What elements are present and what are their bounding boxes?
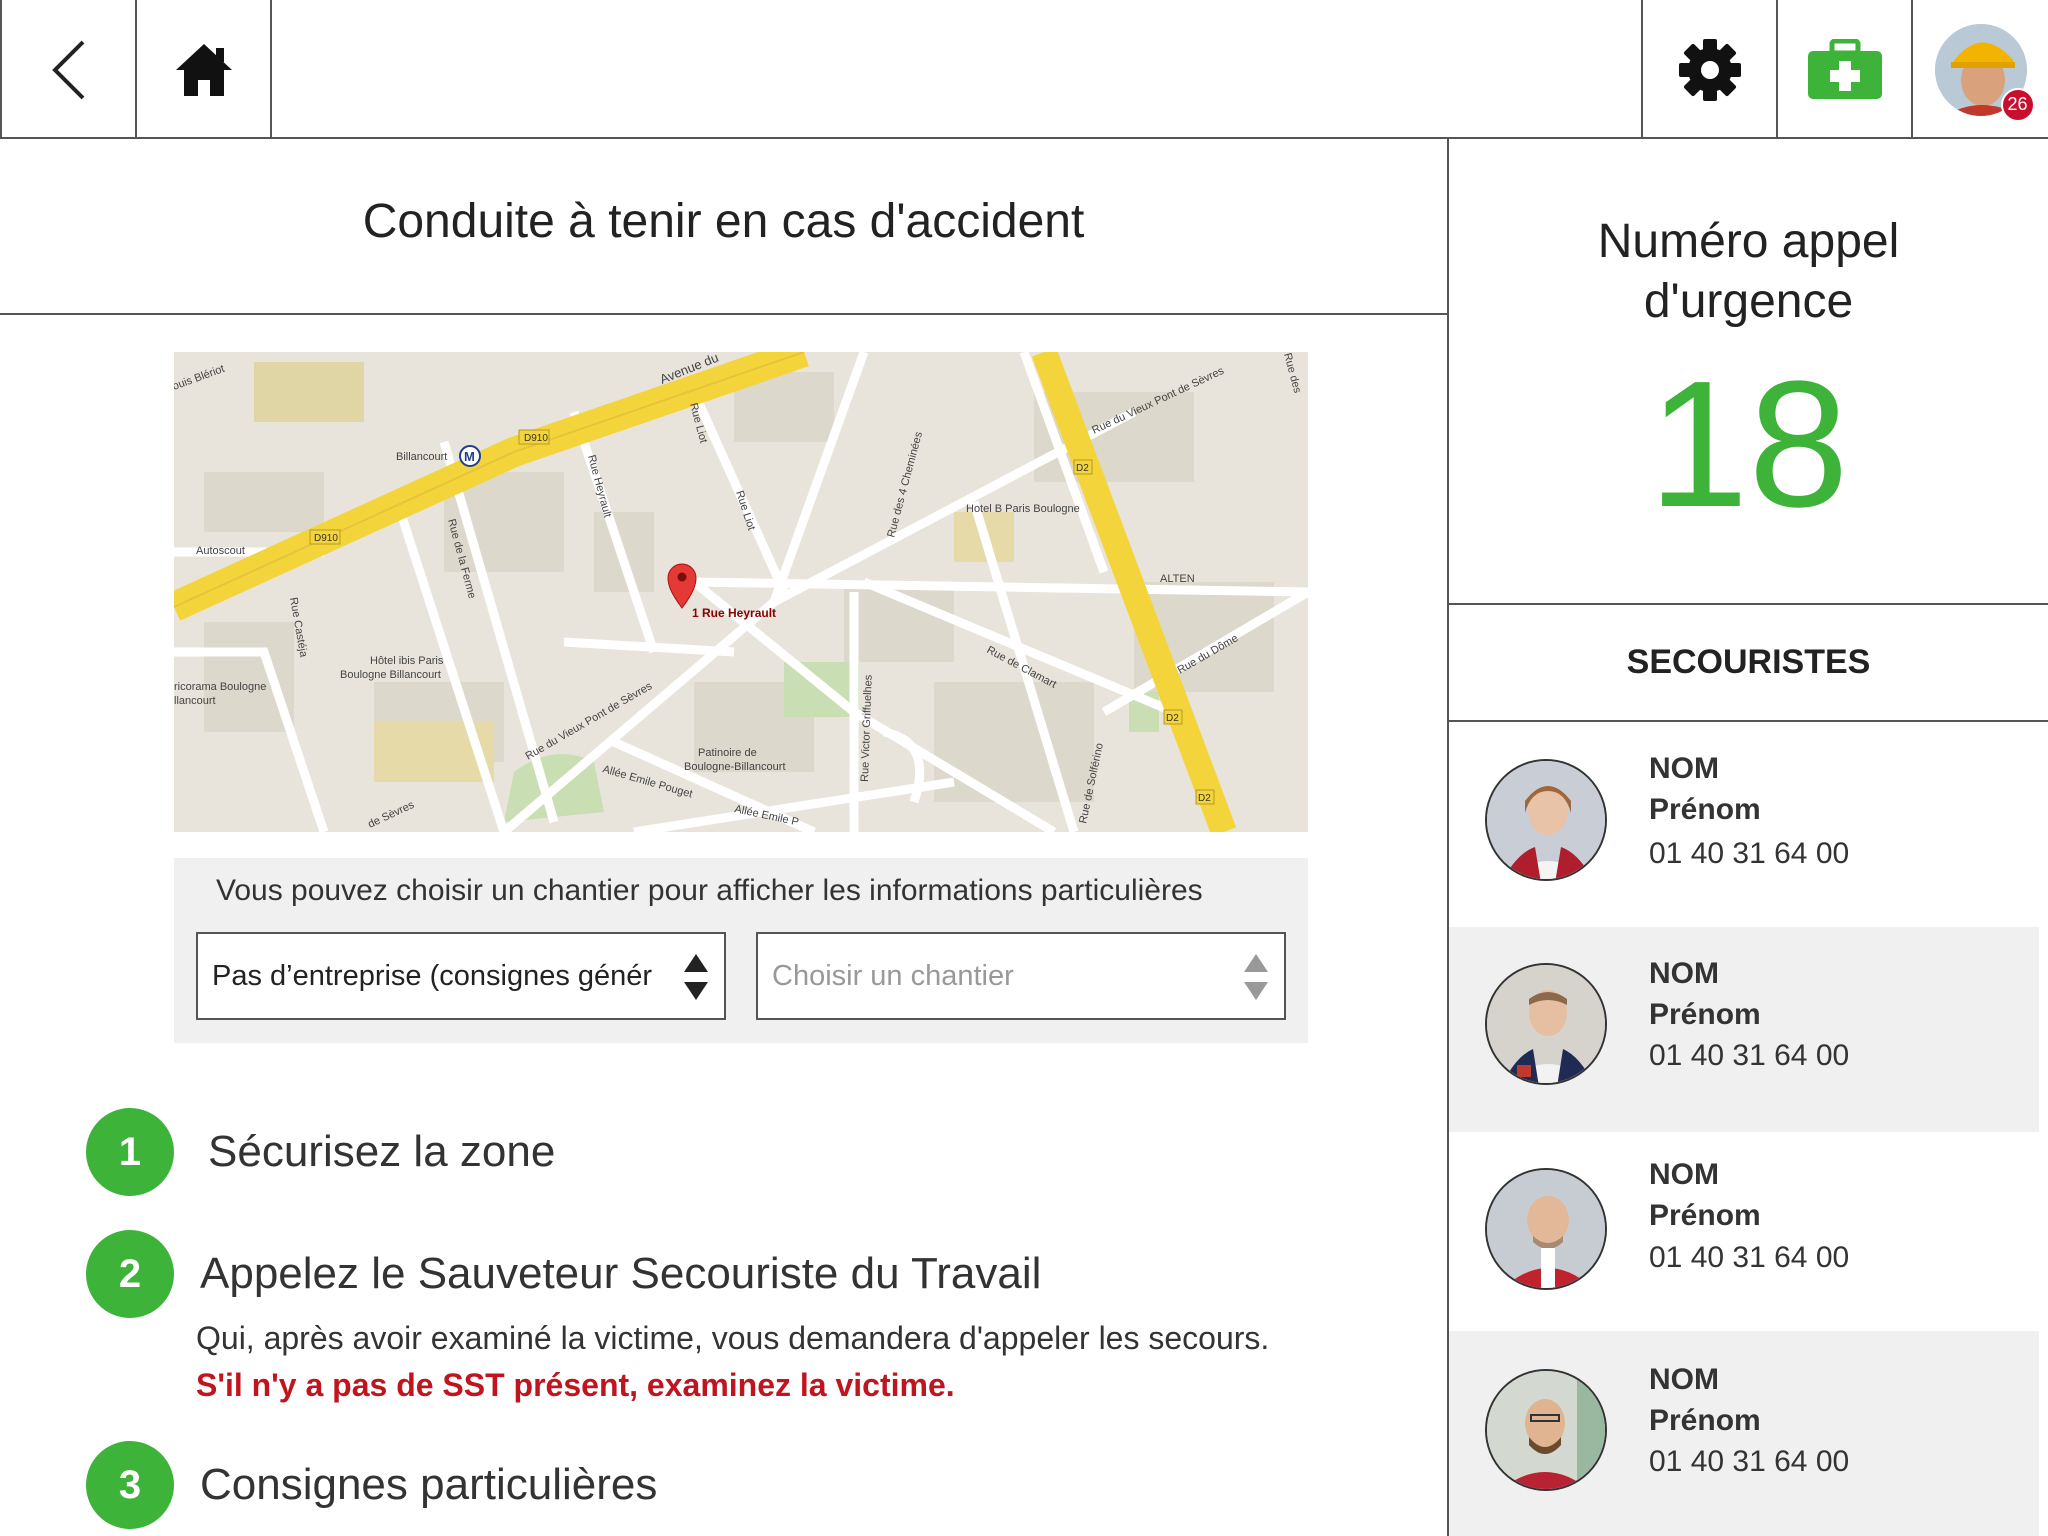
step-number: 1 xyxy=(86,1108,174,1196)
back-button[interactable] xyxy=(0,0,137,139)
rescuer-name: NOM xyxy=(1649,1158,1719,1191)
first-aid-button[interactable] xyxy=(1778,0,1913,139)
map-label: Patinoire de xyxy=(698,747,757,759)
step-number: 2 xyxy=(86,1230,174,1318)
map-label: D2 xyxy=(1166,713,1179,724)
page-title: Conduite à tenir en cas d'accident xyxy=(362,195,1085,248)
map-label: D2 xyxy=(1198,793,1211,804)
step-3: 3 Consignes particulières xyxy=(86,1441,657,1529)
step-label: Consignes particulières xyxy=(200,1460,658,1509)
site-filter-panel: Vous pouvez choisir un chantier pour aff… xyxy=(174,858,1308,1043)
svg-text:M: M xyxy=(464,449,475,464)
rescuer-first-name: Prénom xyxy=(1649,1404,1761,1437)
step-number: 3 xyxy=(86,1441,174,1529)
home-button[interactable] xyxy=(137,0,272,139)
rescuer-name: NOM xyxy=(1649,957,1719,990)
avatar: 26 xyxy=(1934,23,2035,122)
map-label: llancourt xyxy=(174,695,216,707)
rescuer-phone[interactable]: 01 40 31 64 00 xyxy=(1649,1445,1849,1479)
map-label: Boulogne-Billancourt xyxy=(684,761,786,773)
site-select[interactable]: Choisir un chantier xyxy=(756,932,1286,1020)
rescuer-name: NOM xyxy=(1649,1363,1719,1396)
map-label: Billancourt xyxy=(396,451,447,463)
rescuer-card[interactable]: NOM Prénom 01 40 31 64 00 xyxy=(1449,1331,2039,1536)
step-description: Qui, après avoir examiné la victime, vou… xyxy=(196,1320,1270,1356)
select-arrows-icon xyxy=(1244,954,1268,1000)
map-label: Hotel B Paris Boulogne xyxy=(966,503,1080,515)
rescuers-title: SECOURISTES xyxy=(1626,643,1871,681)
divider xyxy=(0,313,1448,315)
rescuer-first-name: Prénom xyxy=(1649,793,1761,826)
emergency-title: Numéro appel d'urgence xyxy=(1449,212,2048,332)
avatar xyxy=(1485,1168,1607,1290)
emergency-title-line1: Numéro appel xyxy=(1597,215,1900,268)
map-label: Hôtel ibis Paris xyxy=(370,655,444,667)
avatar xyxy=(1485,963,1607,1085)
user-profile-button[interactable]: 26 xyxy=(1913,0,2048,139)
map-label: Autoscout xyxy=(196,545,245,557)
rescuer-phone[interactable]: 01 40 31 64 00 xyxy=(1649,1039,1849,1073)
step-2: 2 Appelez le Sauveteur Secouriste du Tra… xyxy=(86,1230,1041,1318)
top-bar: 26 xyxy=(0,0,2048,139)
site-select-placeholder: Choisir un chantier xyxy=(772,959,1014,992)
emergency-title-line2: d'urgence xyxy=(1643,275,1854,328)
map-pin-label: 1 Rue Heyrault xyxy=(692,606,776,620)
notification-badge: 26 xyxy=(2000,87,2035,122)
rescuer-card[interactable]: NOM Prénom 01 40 31 64 00 xyxy=(1449,1131,2039,1336)
map-label: D910 xyxy=(524,433,548,444)
company-select-value: Pas d’entreprise (consignes générales) xyxy=(212,959,652,992)
chevron-left-icon xyxy=(51,40,84,99)
rescuer-first-name: Prénom xyxy=(1649,1199,1761,1232)
company-select[interactable]: Pas d’entreprise (consignes générales) xyxy=(196,932,726,1020)
settings-button[interactable] xyxy=(1641,0,1778,139)
map-label: ALTEN xyxy=(1160,573,1195,585)
map-label: D910 xyxy=(314,533,338,544)
map-label: D2 xyxy=(1076,463,1089,474)
map-label: ricorama Boulogne xyxy=(174,681,266,693)
first-aid-kit-icon xyxy=(1807,38,1882,99)
rescuer-first-name: Prénom xyxy=(1649,998,1761,1031)
step-label: Appelez le Sauveteur Secouriste du Trava… xyxy=(200,1249,1042,1298)
avatar xyxy=(1485,1369,1607,1491)
step-warning: S'il n'y a pas de SST présent, examinez … xyxy=(196,1367,955,1403)
rescuer-card[interactable]: NOM Prénom 01 40 31 64 00 xyxy=(1449,927,2039,1132)
location-map[interactable]: D910 D910 D2 D2 D2 M Billancourt Autosco… xyxy=(174,352,1308,832)
gear-icon xyxy=(1678,38,1741,101)
step-1: 1 Sécurisez la zone xyxy=(86,1108,555,1196)
home-icon xyxy=(175,43,232,96)
select-arrows-icon xyxy=(684,954,708,1000)
map-label: Boulogne Billancourt xyxy=(340,669,441,681)
rescuer-phone[interactable]: 01 40 31 64 00 xyxy=(1649,837,1849,871)
divider xyxy=(1449,603,2048,605)
rescuer-card[interactable]: NOM Prénom 01 40 31 64 00 xyxy=(1449,722,2039,927)
filter-hint: Vous pouvez choisir un chantier pour aff… xyxy=(216,874,1203,907)
rescuer-name: NOM xyxy=(1649,752,1719,785)
step-label: Sécurisez la zone xyxy=(208,1127,556,1176)
emergency-number[interactable]: 18 xyxy=(1449,355,2048,535)
rescuer-phone[interactable]: 01 40 31 64 00 xyxy=(1649,1241,1849,1275)
avatar xyxy=(1485,759,1607,881)
